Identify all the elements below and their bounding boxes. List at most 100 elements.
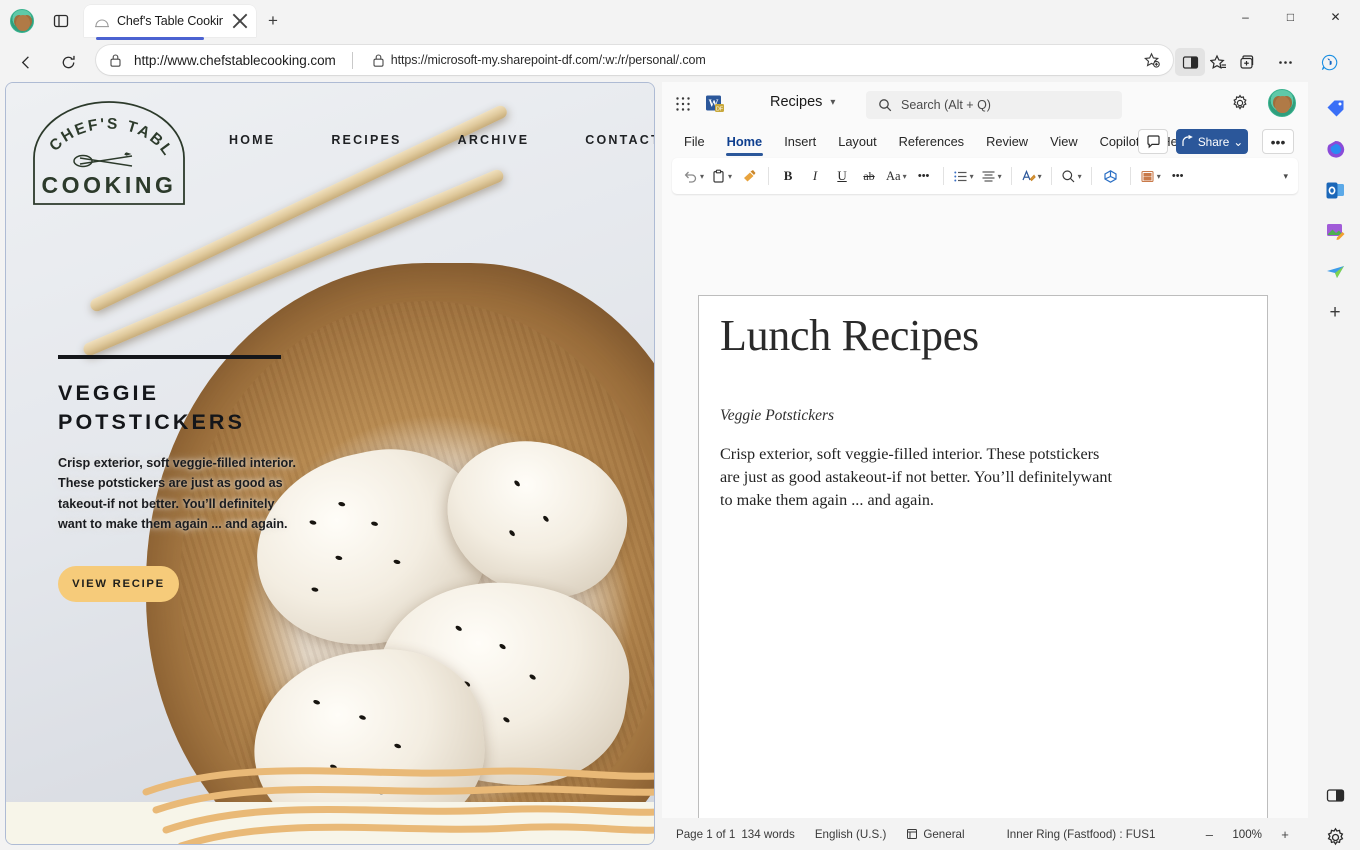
tab-home[interactable]: Home (717, 130, 773, 156)
settings-gear-icon[interactable] (1323, 825, 1347, 849)
search-input[interactable]: Search (Alt + Q) (866, 91, 1122, 119)
header-more-button[interactable]: ••• (1262, 129, 1294, 154)
zoom-in-button[interactable]: + (1276, 827, 1294, 842)
zoom-out-button[interactable]: – (1200, 827, 1218, 842)
nav-item-recipes[interactable]: RECIPES (303, 133, 429, 147)
settings-gear-icon[interactable] (1231, 94, 1251, 114)
ribbon-collapse-icon[interactable]: ▾ (1283, 171, 1288, 182)
window-maximize-button[interactable]: □ (1268, 0, 1313, 34)
document-heading[interactable]: Lunch Recipes (720, 310, 1190, 361)
share-label: Share (1197, 134, 1230, 149)
tab-review[interactable]: Review (976, 130, 1038, 153)
add-icon[interactable]: + (1323, 301, 1347, 325)
address-url: http://www.chefstablecooking.com (134, 52, 336, 68)
games-icon[interactable] (1323, 260, 1347, 284)
document-subheading[interactable]: Veggie Potstickers (720, 407, 834, 425)
chevron-down-icon[interactable]: ▾ (970, 172, 974, 181)
ribbon-divider (942, 167, 944, 185)
svg-text:DF: DF (716, 107, 724, 113)
hero-rule (58, 355, 281, 359)
strikethrough-button[interactable]: ab (856, 163, 882, 190)
new-tab-button[interactable]: + (262, 10, 284, 32)
ribbon-divider (768, 167, 770, 185)
browser-navbar: http://www.chefstablecooking.com https:/… (0, 40, 1360, 80)
fork-spoon-icon (73, 152, 133, 168)
chevron-down-icon[interactable]: ▾ (1157, 172, 1161, 181)
addins-button[interactable]: ▾ (1137, 163, 1164, 190)
profile-avatar[interactable] (10, 9, 34, 33)
reload-icon[interactable] (54, 48, 82, 76)
book-icon (907, 829, 918, 839)
tab-title: Chef's Table Cooking (117, 14, 223, 28)
chevron-down-icon[interactable]: ▾ (700, 172, 704, 181)
status-language[interactable]: English (U.S.) (815, 828, 887, 841)
paste-button[interactable]: ▾ (708, 163, 735, 190)
chevron-down-icon[interactable]: ▾ (903, 172, 907, 181)
tab-references[interactable]: References (889, 130, 974, 153)
font-options-button[interactable]: Aa ▾ (883, 163, 910, 190)
styles-button[interactable]: ▾ (1018, 163, 1045, 190)
outlook-icon[interactable] (1323, 178, 1347, 202)
app-launcher-icon[interactable] (672, 93, 694, 115)
window-minimize-button[interactable]: – (1223, 0, 1268, 34)
ribbon-divider (1050, 167, 1052, 185)
status-words[interactable]: 134 words (741, 828, 795, 841)
document-title[interactable]: Recipes ▾ (770, 94, 835, 110)
tab-file[interactable]: File (674, 130, 715, 153)
underline-button[interactable]: U (829, 163, 855, 190)
address-divider (351, 51, 353, 69)
add-favorite-icon[interactable] (1141, 49, 1163, 71)
site-logo[interactable]: CHEF'S TABLE COOKING (28, 98, 190, 208)
tab-actions-icon[interactable] (50, 10, 72, 32)
view-recipe-button[interactable]: VIEW RECIPE (58, 566, 179, 602)
comment-icon[interactable] (1138, 129, 1168, 154)
zoom-controls: – 100% + (1200, 827, 1294, 842)
nav-item-archive[interactable]: ARCHIVE (430, 133, 558, 147)
bullets-button[interactable]: ▾ (950, 163, 977, 190)
chevron-down-icon: ⌄ (1233, 134, 1244, 149)
undo-button[interactable]: ▾ (680, 163, 707, 190)
user-avatar[interactable] (1268, 89, 1296, 117)
tab-view[interactable]: View (1040, 130, 1088, 153)
chevron-down-icon[interactable]: ▾ (1038, 172, 1042, 181)
ribbon-more-button[interactable]: ••• (1165, 163, 1191, 190)
copilot-icon[interactable] (1323, 137, 1347, 161)
edge-sidebar: + (1310, 80, 1360, 850)
favorites-icon[interactable] (1203, 48, 1233, 76)
find-button[interactable]: ▾ (1058, 163, 1085, 190)
back-arrow-icon[interactable] (12, 48, 40, 76)
lock-icon (96, 53, 134, 68)
address-bar[interactable]: http://www.chefstablecooking.com https:/… (96, 45, 1173, 75)
browser-tab[interactable]: Chef's Table Cooking (84, 5, 256, 40)
align-button[interactable]: ▾ (978, 163, 1005, 190)
designer-icon[interactable] (1323, 219, 1347, 243)
bing-copilot-icon[interactable] (1314, 48, 1344, 76)
document-body[interactable]: Crisp exterior, soft veggie-filled inter… (720, 443, 1120, 512)
word-icon: W DF (706, 95, 724, 113)
browser-more-icon[interactable] (1270, 48, 1300, 76)
sidebar-toggle-icon[interactable] (1323, 783, 1347, 807)
designer-button[interactable] (1098, 163, 1124, 190)
chevron-down-icon[interactable]: ▾ (1078, 172, 1082, 181)
bold-button[interactable]: B (775, 163, 801, 190)
chevron-down-icon[interactable]: ▾ (998, 172, 1002, 181)
word-online-pane: W DF Recipes ▾ Search (Alt + Q) File Hom… (662, 82, 1308, 850)
close-icon[interactable] (230, 11, 250, 31)
shopping-icon[interactable] (1323, 96, 1347, 120)
format-painter-button[interactable] (736, 163, 762, 190)
collections-icon[interactable] (1231, 48, 1261, 76)
nav-item-home[interactable]: HOME (201, 133, 303, 147)
tab-insert[interactable]: Insert (774, 130, 826, 153)
second-lock-icon (367, 53, 391, 68)
status-style[interactable]: General (906, 828, 965, 841)
chevron-down-icon[interactable]: ▾ (728, 172, 732, 181)
font-more-button[interactable]: ••• (911, 163, 937, 190)
window-close-button[interactable]: ✕ (1313, 0, 1358, 34)
tab-layout[interactable]: Layout (828, 130, 886, 153)
split-screen-icon[interactable] (1175, 48, 1205, 76)
chevron-down-icon[interactable]: ▾ (830, 97, 835, 108)
italic-button[interactable]: I (802, 163, 828, 190)
nav-item-contact[interactable]: CONTACT (557, 133, 654, 147)
document-canvas[interactable]: Lunch Recipes Veggie Potstickers Crisp e… (662, 200, 1308, 818)
share-button[interactable]: Share ⌄ (1176, 129, 1248, 154)
